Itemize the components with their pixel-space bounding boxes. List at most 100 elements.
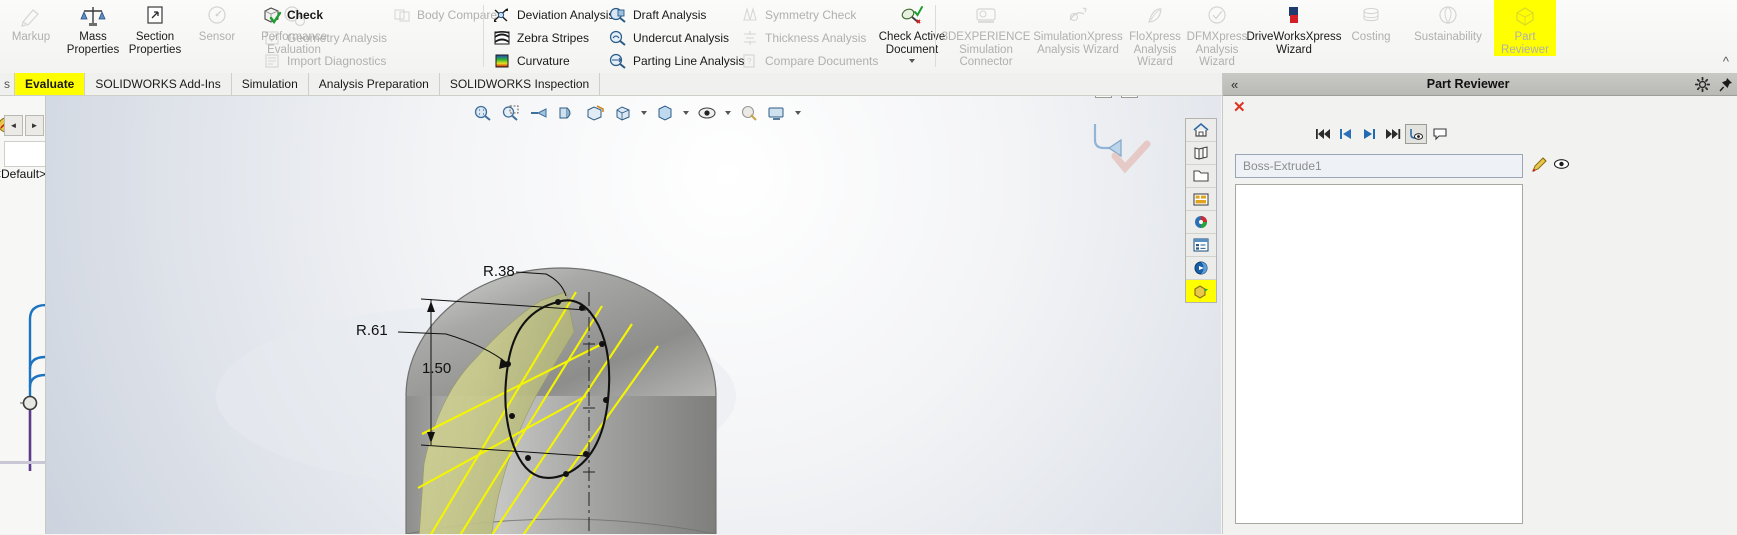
custom-properties-icon[interactable] [1186,234,1216,257]
first-feature-button[interactable] [1313,125,1333,143]
lbl-l2: Properties [66,43,120,56]
ribbon-button-costing[interactable]: Costing [1340,0,1402,44]
ribbon-button-driveworksxpress-wizard[interactable]: DriveWorksXpress Wizard [1246,0,1342,56]
ribbon-button-compare-documents-label: Compare Documents [765,53,879,68]
ribbon-button-deviation-analysis[interactable]: Deviation Analysis [492,3,614,26]
show-hide-feature-button[interactable] [1405,124,1427,144]
tab-solidworks-add-ins[interactable]: SOLIDWORKS Add-Ins [85,73,232,95]
lbl-l2: Analysis [1195,43,1239,56]
design-library-icon[interactable] [1186,142,1216,165]
tab-solidworks-inspection[interactable]: SOLIDWORKS Inspection [440,73,601,95]
ribbon-button-geometry-analysis[interactable]: Geometry Analysis [262,26,387,49]
dimension-1-50[interactable]: 1.50 [422,360,451,377]
lbl-l2: Document [885,43,939,56]
ribbon-button-thickness-analysis-label: Thickness Analysis [765,30,867,45]
dimension-r61[interactable]: R.61 [356,322,388,339]
mass-properties-icon [80,3,106,29]
curvature-icon [492,52,512,70]
ribbon-button-floxpress-analysis-wizard[interactable]: FloXpress Analysis Wizard [1124,0,1186,69]
lbl-l1: DriveWorksXpress [1246,31,1342,43]
confirmation-corner[interactable] [1087,118,1153,178]
3d-model-viewport[interactable]: R.38 R.61 1.50 [46,96,1221,534]
ribbon-button-import-diagnostics[interactable]: Import Diagnostics [262,49,386,72]
lbl-l1: Mass [79,31,107,43]
ribbon-button-draft-analysis[interactable]: Draft Analysis [608,3,706,26]
ribbon-button-markup[interactable]: Markup [0,0,62,44]
ribbon-button-floxpress-analysis-wizard-label: FloXpress Analysis Wizard [1129,31,1181,69]
chevron-down-icon[interactable] [909,59,915,63]
ribbon-button-simulationxpress-analysis-wizard[interactable]: SimulationXpress Analysis Wizard [1032,0,1124,56]
last-feature-button[interactable] [1382,125,1402,143]
view-palette-icon[interactable] [1186,188,1216,211]
part-reviewer-task-pane: « Part Reviewer ✕ Boss-Extrude1 [1222,73,1737,535]
graphics-area[interactable]: ◄ ► — ❐ ✕ [46,96,1221,534]
ribbon-button-undercut-analysis[interactable]: Undercut Analysis [608,26,729,49]
pin-icon[interactable] [1714,77,1737,92]
3dexperience-simulation-connector-icon [973,3,999,29]
ribbon-button-deviation-analysis-label: Deviation Analysis [517,7,615,22]
ribbon-button-thickness-analysis[interactable]: Thickness Analysis [740,26,866,49]
ribbon-button-dfmxpress-analysis-wizard[interactable]: DFMXpress Analysis Wizard [1186,0,1248,69]
ribbon-button-section-properties-label: Section Properties [129,31,181,56]
feature-name-field[interactable]: Boss-Extrude1 [1235,154,1523,178]
tab-analysis-preparation[interactable]: Analysis Preparation [309,73,440,95]
pencil-icon[interactable] [1531,156,1548,176]
feature-manager-panel: ◄ ► <Default> [0,96,46,534]
tab-simulation[interactable]: Simulation [232,73,309,95]
ribbon-button-parting-line-analysis[interactable]: Parting Line Analysis [608,49,744,72]
ribbon-button-sustainability[interactable]: Sustainability [1402,0,1494,44]
task-pane-titlebar: « Part Reviewer [1223,73,1737,96]
tab-evaluate[interactable]: Evaluate [15,73,86,95]
lbl-l2: Simulation [959,43,1013,56]
eye-icon[interactable] [1553,157,1570,174]
gear-icon[interactable] [1690,76,1714,92]
comment-button[interactable] [1430,125,1450,143]
home-icon[interactable] [1186,119,1216,142]
tab-truncated[interactable]: s [0,73,15,95]
import-diagnostics-icon [262,52,282,70]
ribbon-group-analysis-col2: Draft Analysis Undercut Analysis Parting… [608,0,744,76]
appearances-scenes-icon[interactable] [1186,211,1216,234]
lbl-l2: Wizard [1276,43,1312,56]
file-explorer-icon[interactable] [1186,165,1216,188]
ribbon-button-symmetry-check[interactable]: Symmetry Check [740,3,856,26]
ribbon-collapse-button[interactable]: ^ [1723,54,1729,69]
dimension-r38[interactable]: R.38 [483,263,515,280]
parting-line-analysis-icon [608,52,628,70]
lbl-l3: Connector [959,56,1013,68]
ribbon-button-part-reviewer[interactable]: Part Reviewer [1494,0,1556,56]
ribbon-group-check: Check Geometry Analysis Import Diagnosti… [262,0,387,76]
next-feature-button[interactable] [1359,125,1379,143]
lbl-l1: DFMXpress [1186,31,1248,43]
featuremanager-filter-box[interactable] [4,141,45,167]
ribbon-button-check[interactable]: Check [262,3,323,26]
zebra-stripes-icon [492,29,512,47]
ribbon-button-body-compare[interactable]: Body Compare [392,3,497,26]
ribbon-group-xpress: 3DEXPERIENCE Simulation Connector Simula… [940,0,1556,73]
lbl-l3: Wizard [1137,56,1173,68]
ribbon-button-zebra-stripes-label: Zebra Stripes [517,30,590,45]
featuremanager-prev-button[interactable]: ◄ [4,115,23,136]
dfmxpress-analysis-wizard-icon [1205,3,1229,29]
previous-feature-button[interactable] [1336,125,1356,143]
ribbon-button-section-properties[interactable]: Section Properties [124,0,186,56]
ribbon-button-mass-properties[interactable]: Mass Properties [62,0,124,56]
rollback-bar[interactable] [0,461,45,464]
feature-tree-branches [0,271,45,471]
task-pane-body: ✕ Boss-Extrude1 [1223,96,1737,535]
ribbon-button-sensor[interactable]: Sensor [186,0,248,44]
ribbon-group-compare: Body Compare [392,0,497,76]
featuremanager-next-button[interactable]: ► [25,115,44,136]
ribbon-button-compare-documents[interactable]: ? Compare Documents [740,49,878,72]
undercut-analysis-icon [608,29,628,47]
ribbon-button-simulationxpress-analysis-wizard-label: SimulationXpress Analysis Wizard [1033,31,1122,56]
3dexperience-marketplace-icon[interactable] [1186,257,1216,280]
close-part-reviewer-button[interactable]: ✕ [1233,100,1246,115]
collapse-panel-button[interactable]: « [1223,77,1246,92]
lbl-l1: FloXpress [1129,31,1181,43]
part-reviewer-tab-icon[interactable] [1186,280,1216,302]
feature-notes-textarea[interactable] [1235,184,1523,524]
ribbon-button-curvature[interactable]: Curvature [492,49,570,72]
ribbon-button-zebra-stripes[interactable]: Zebra Stripes [492,26,589,49]
ribbon-button-3dexperience-simulation-connector[interactable]: 3DEXPERIENCE Simulation Connector [940,0,1032,69]
